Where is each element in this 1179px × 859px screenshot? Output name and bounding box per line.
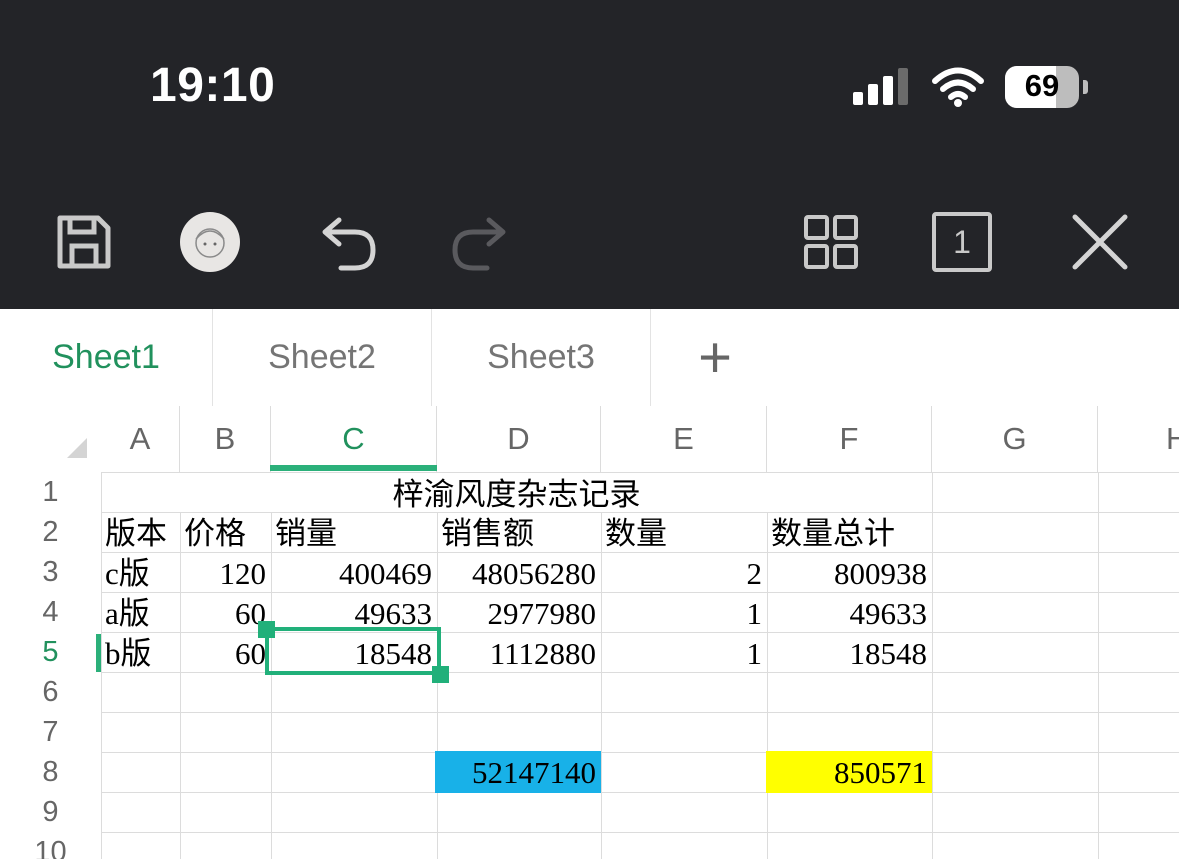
select-all-corner[interactable] xyxy=(67,438,87,458)
grid-view-button[interactable] xyxy=(799,210,863,274)
cell-e4[interactable]: 1 xyxy=(601,592,767,632)
cell-d4[interactable]: 2977980 xyxy=(437,592,601,632)
cell-f4[interactable]: 49633 xyxy=(767,592,932,632)
row-header-2[interactable]: 2 xyxy=(0,512,101,552)
status-icons: 69 xyxy=(851,66,1088,108)
row-header-9[interactable]: 9 xyxy=(0,792,101,832)
selected-column-indicator xyxy=(270,465,437,471)
cell-a5[interactable]: b版 xyxy=(101,632,180,672)
column-header-f[interactable]: F xyxy=(767,406,932,472)
row-header-8[interactable]: 8 xyxy=(0,752,101,792)
row-header-1[interactable]: 1 xyxy=(0,472,101,512)
row-header-3[interactable]: 3 xyxy=(0,552,101,592)
total-sales-cell[interactable]: 52147140 xyxy=(435,751,601,793)
cell-a4[interactable]: a版 xyxy=(101,592,180,632)
page-count: 1 xyxy=(953,223,971,260)
row-header-4[interactable]: 4 xyxy=(0,592,101,632)
grid-view-icon xyxy=(804,215,858,269)
add-sheet-button[interactable]: + xyxy=(651,309,779,406)
cell-f2[interactable]: 数量总计 xyxy=(767,512,932,552)
column-header-c[interactable]: C xyxy=(271,406,437,472)
tab-sheet3[interactable]: Sheet3 xyxy=(432,309,650,406)
app-header: 19:10 69 1 xyxy=(0,0,1179,309)
cell-c2[interactable]: 销量 xyxy=(271,512,437,552)
redo-button[interactable] xyxy=(448,210,512,274)
total-quantity-cell[interactable]: 850571 xyxy=(766,751,932,793)
cell-c3[interactable]: 400469 xyxy=(271,552,437,592)
save-icon xyxy=(57,215,111,269)
column-header-b[interactable]: B xyxy=(180,406,271,472)
row-header-5[interactable]: 5 xyxy=(0,632,101,672)
cell-d2[interactable]: 销售额 xyxy=(437,512,601,552)
battery-indicator: 69 xyxy=(1005,66,1088,108)
column-header-a[interactable]: A xyxy=(101,406,180,472)
cell-selection-box xyxy=(265,627,441,675)
close-button[interactable] xyxy=(1068,210,1132,274)
column-header-d[interactable]: D xyxy=(437,406,601,472)
tab-sheet1[interactable]: Sheet1 xyxy=(0,309,212,406)
column-header-h[interactable]: H xyxy=(1098,406,1179,472)
spreadsheet-grid[interactable]: A B C D E F G H 1 2 3 4 5 6 7 8 9 10 梓渝风… xyxy=(0,406,1179,859)
cell-b2[interactable]: 价格 xyxy=(180,512,271,552)
user-avatar-button[interactable] xyxy=(178,210,242,274)
row-header-10[interactable]: 10 xyxy=(0,832,101,859)
cellular-signal-icon xyxy=(853,68,908,105)
avatar-icon xyxy=(180,212,240,272)
cell-b5[interactable]: 60 xyxy=(180,632,271,672)
status-time: 19:10 xyxy=(150,59,276,112)
selection-handle-bottom-right[interactable] xyxy=(432,666,449,683)
row-header-7[interactable]: 7 xyxy=(0,712,101,752)
undo-button[interactable] xyxy=(316,210,380,274)
sheet-title-cell[interactable]: 梓渝风度杂志记录 xyxy=(102,473,931,512)
column-header-g[interactable]: G xyxy=(932,406,1098,472)
close-icon xyxy=(1072,214,1128,270)
battery-level: 69 xyxy=(1024,68,1060,103)
undo-icon xyxy=(322,217,376,271)
column-header-e[interactable]: E xyxy=(601,406,767,472)
cell-c4[interactable]: 49633 xyxy=(271,592,437,632)
cell-e5[interactable]: 1 xyxy=(601,632,767,672)
cell-a2[interactable]: 版本 xyxy=(101,512,180,552)
cell-f3[interactable]: 800938 xyxy=(767,552,932,592)
cell-d3[interactable]: 48056280 xyxy=(437,552,601,592)
cell-e3[interactable]: 2 xyxy=(601,552,767,592)
redo-icon xyxy=(452,217,506,271)
cell-e2[interactable]: 数量 xyxy=(601,512,767,552)
page-count-icon: 1 xyxy=(932,212,992,272)
cell-f5[interactable]: 18548 xyxy=(767,632,932,672)
row-header-6[interactable]: 6 xyxy=(0,672,101,712)
page-count-button[interactable]: 1 xyxy=(931,210,993,274)
cell-d5[interactable]: 1112880 xyxy=(437,632,601,672)
tab-sheet2[interactable]: Sheet2 xyxy=(213,309,431,406)
selection-handle-top-left[interactable] xyxy=(258,621,275,638)
cell-b3[interactable]: 120 xyxy=(180,552,271,592)
cell-a3[interactable]: c版 xyxy=(101,552,180,592)
sheet-tab-bar: Sheet1 Sheet2 Sheet3 + xyxy=(0,309,1179,407)
save-button[interactable] xyxy=(52,210,116,274)
wifi-icon xyxy=(932,67,984,107)
